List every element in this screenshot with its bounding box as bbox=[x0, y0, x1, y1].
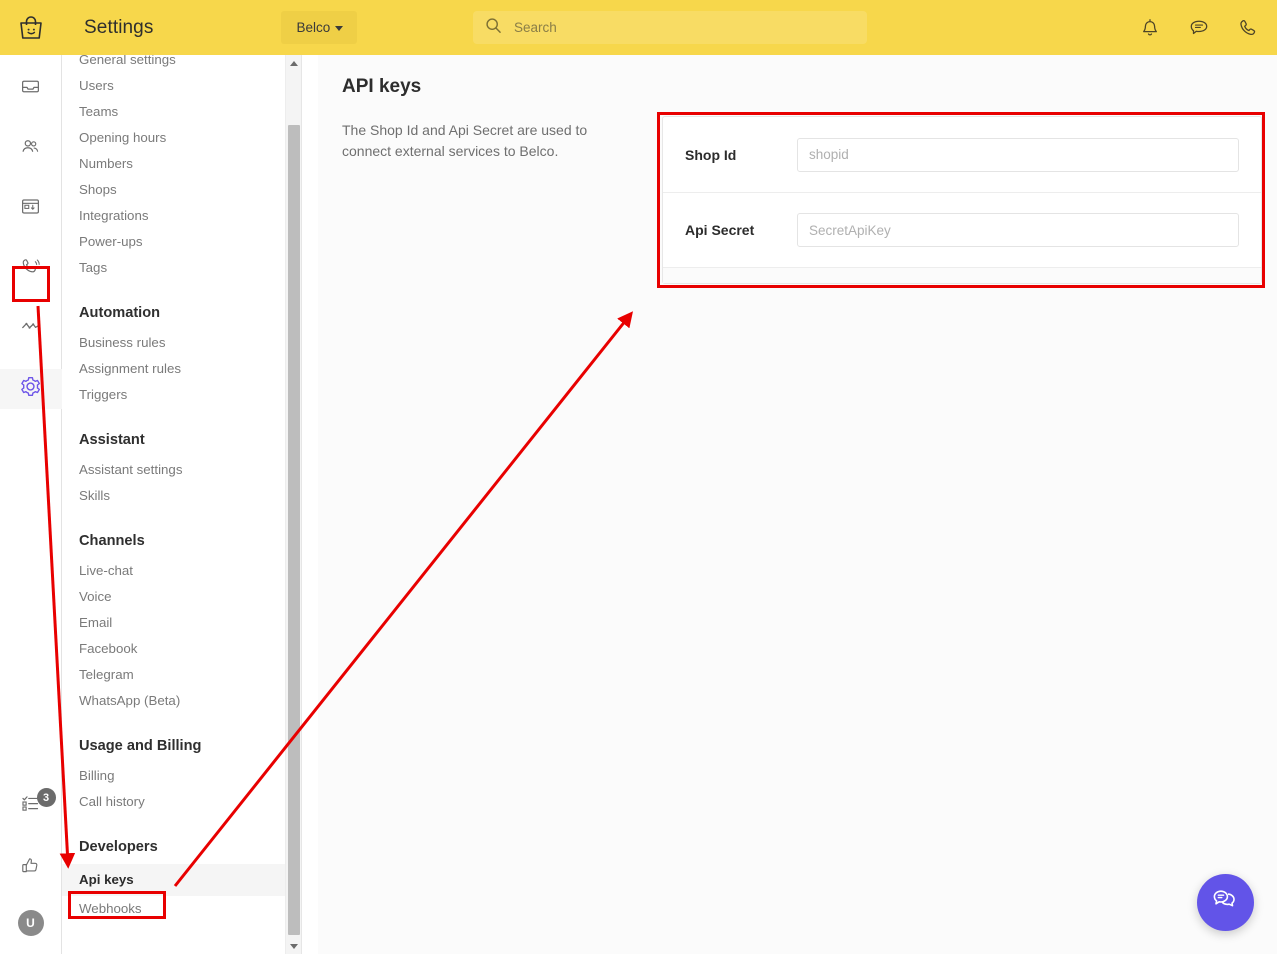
inbox-icon bbox=[20, 76, 41, 102]
scroll-down-arrow[interactable] bbox=[286, 938, 301, 954]
nav-scrollbar[interactable] bbox=[285, 55, 301, 954]
gear-icon bbox=[19, 375, 42, 403]
sidebar-item-api-keys[interactable]: Api keys bbox=[62, 864, 301, 896]
shop-id-label: Shop Id bbox=[685, 146, 737, 163]
header-icon-group bbox=[1139, 0, 1259, 55]
phone-icon[interactable] bbox=[1237, 17, 1259, 39]
sidebar-item-webhooks[interactable]: Webhooks bbox=[62, 896, 301, 922]
form-card-footer bbox=[663, 267, 1261, 283]
rail-item-settings[interactable] bbox=[0, 369, 62, 409]
sidebar-item-call-history[interactable]: Call history bbox=[62, 789, 301, 815]
api-keys-form: Shop Id Api Secret bbox=[662, 116, 1262, 284]
rail-item-tasks[interactable]: 3 bbox=[0, 786, 62, 826]
main-content: API keys The Shop Id and Api Secret are … bbox=[318, 55, 1277, 954]
sidebar-item-numbers[interactable]: Numbers bbox=[62, 151, 301, 177]
sidebar-item-whatsapp-beta-[interactable]: WhatsApp (Beta) bbox=[62, 688, 301, 714]
rail-item-contacts[interactable] bbox=[0, 129, 62, 169]
chat-widget-button[interactable] bbox=[1197, 874, 1254, 931]
chat-bubble-icon[interactable] bbox=[1188, 17, 1210, 39]
sidebar-item-integrations[interactable]: Integrations bbox=[62, 203, 301, 229]
chevron-down-icon bbox=[335, 26, 344, 31]
nav-group-developers: Developers bbox=[79, 839, 158, 855]
sidebar-item-live-chat[interactable]: Live-chat bbox=[62, 558, 301, 584]
shop-id-input[interactable] bbox=[797, 137, 1239, 172]
rail-item-feedback[interactable] bbox=[0, 848, 62, 888]
thumbs-up-icon bbox=[20, 855, 41, 881]
browser-window-icon bbox=[20, 196, 41, 222]
sidebar-item-power-ups[interactable]: Power-ups bbox=[62, 229, 301, 255]
sidebar-item-general-settings[interactable]: General settings bbox=[62, 55, 301, 73]
settings-nav-pane: General settings Users Teams Opening hours N… bbox=[62, 55, 302, 954]
sidebar-item-facebook[interactable]: Facebook bbox=[62, 636, 301, 662]
left-icon-rail: 3 U bbox=[0, 55, 62, 954]
sidebar-item-business-rules[interactable]: Business rules bbox=[62, 330, 301, 356]
nav-group-assistant: Assistant bbox=[79, 432, 145, 448]
rail-item-inbox[interactable] bbox=[0, 69, 62, 109]
nav-group-channels: Channels bbox=[79, 533, 145, 549]
sidebar-item-assignment-rules[interactable]: Assignment rules bbox=[62, 356, 301, 382]
nav-group-automation: Automation bbox=[79, 305, 161, 321]
org-switcher-button[interactable]: Belco bbox=[281, 11, 358, 44]
sidebar-item-telegram[interactable]: Telegram bbox=[62, 662, 301, 688]
settings-nav-list: General settings Users Teams Opening hours N… bbox=[62, 55, 301, 922]
rail-item-voice[interactable] bbox=[0, 249, 62, 289]
shopping-bag-smile-logo[interactable] bbox=[0, 0, 62, 55]
phone-ring-icon bbox=[20, 256, 41, 282]
search-input[interactable] bbox=[512, 19, 842, 36]
search-box[interactable] bbox=[473, 11, 867, 44]
api-secret-input[interactable] bbox=[797, 213, 1239, 247]
sidebar-item-users[interactable]: Users bbox=[62, 73, 301, 99]
page-title: API keys bbox=[342, 76, 422, 97]
sidebar-item-tags[interactable]: Tags bbox=[62, 255, 301, 281]
scroll-up-arrow[interactable] bbox=[286, 55, 301, 71]
rail-item-campaigns[interactable] bbox=[0, 189, 62, 229]
api-secret-row: Api Secret bbox=[663, 192, 1261, 267]
search-icon bbox=[485, 17, 502, 39]
sidebar-item-skills[interactable]: Skills bbox=[62, 483, 301, 509]
rail-primary-icons bbox=[0, 55, 62, 409]
sidebar-item-assistant-settings[interactable]: Assistant settings bbox=[62, 457, 301, 483]
bell-icon[interactable] bbox=[1139, 17, 1161, 39]
nav-group-usage-and-billing: Usage and Billing bbox=[79, 738, 202, 754]
tasks-badge: 3 bbox=[36, 788, 56, 807]
chat-bubbles-icon bbox=[1211, 885, 1241, 920]
rail-secondary-icons: 3 U bbox=[0, 786, 62, 954]
page-description: The Shop Id and Api Secret are used to c… bbox=[342, 122, 588, 159]
top-header: Settings Belco bbox=[0, 0, 1277, 55]
page-title-header: Settings bbox=[84, 16, 154, 38]
api-secret-label: Api Secret bbox=[685, 222, 755, 238]
rail-item-reports[interactable] bbox=[0, 309, 62, 349]
shop-id-row: Shop Id bbox=[663, 117, 1261, 192]
analytics-icon bbox=[20, 316, 42, 343]
sidebar-item-shops[interactable]: Shops bbox=[62, 177, 301, 203]
contacts-icon bbox=[20, 136, 41, 162]
sidebar-item-triggers[interactable]: Triggers bbox=[62, 382, 301, 408]
sidebar-item-teams[interactable]: Teams bbox=[62, 99, 301, 125]
settings-page: Settings Belco Search 3 U General settin… bbox=[0, 0, 1277, 954]
avatar[interactable]: U bbox=[17, 910, 44, 936]
sidebar-item-opening-hours[interactable]: Opening hours bbox=[62, 125, 301, 151]
sidebar-item-email[interactable]: Email bbox=[62, 610, 301, 636]
scrollbar-thumb[interactable] bbox=[288, 125, 300, 935]
org-switcher-label: Belco bbox=[296, 20, 331, 35]
sidebar-item-billing[interactable]: Billing bbox=[62, 763, 301, 789]
sidebar-item-voice[interactable]: Voice bbox=[62, 584, 301, 610]
